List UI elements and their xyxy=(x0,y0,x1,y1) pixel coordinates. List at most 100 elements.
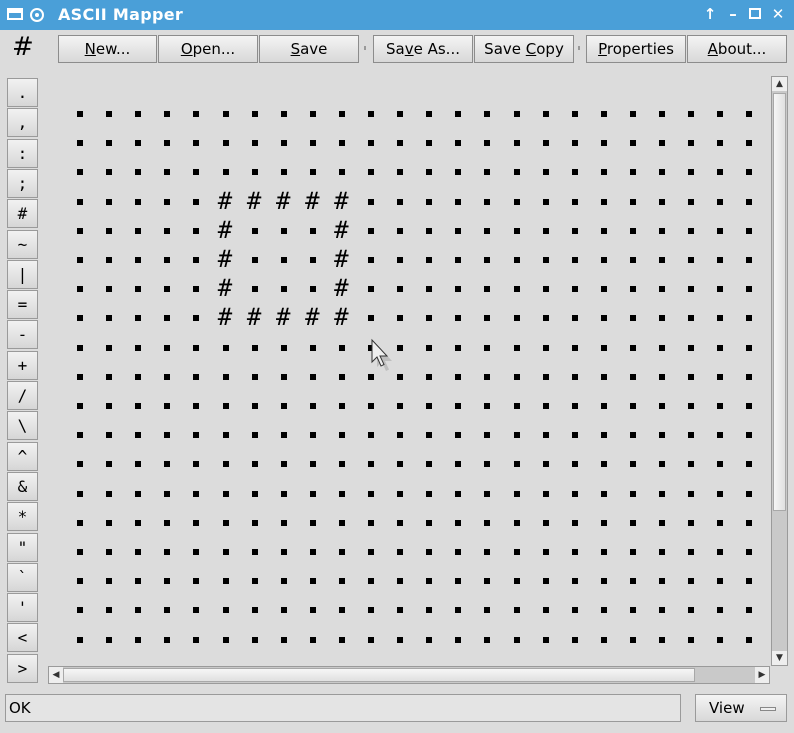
map-cell-empty[interactable] xyxy=(298,420,327,449)
map-canvas[interactable]: # # # # # # # # # # # # # # # # xyxy=(48,78,768,664)
map-cell-empty[interactable] xyxy=(385,508,414,537)
map-cell-empty[interactable] xyxy=(472,420,501,449)
map-cell-empty[interactable] xyxy=(502,333,531,362)
map-cell-empty[interactable] xyxy=(298,99,327,128)
map-cell-empty[interactable] xyxy=(618,595,647,624)
map-cell-empty[interactable] xyxy=(414,362,443,391)
map-cell-empty[interactable] xyxy=(734,333,763,362)
map-cell-empty[interactable] xyxy=(560,216,589,245)
map-cell-empty[interactable] xyxy=(327,420,356,449)
window-menu-icon[interactable] xyxy=(7,8,23,20)
palette-button[interactable]: + xyxy=(7,350,38,380)
map-cell-empty[interactable] xyxy=(269,216,298,245)
map-cell-empty[interactable] xyxy=(298,157,327,186)
map-cell-empty[interactable] xyxy=(94,595,123,624)
map-cell-empty[interactable] xyxy=(531,99,560,128)
map-cell-empty[interactable] xyxy=(763,245,768,274)
map-cell-empty[interactable] xyxy=(327,625,356,654)
map-cell-empty[interactable] xyxy=(560,566,589,595)
map-cell-empty[interactable] xyxy=(385,245,414,274)
map-cell-empty[interactable] xyxy=(705,187,734,216)
map-cell-empty[interactable] xyxy=(531,508,560,537)
map-cell-empty[interactable] xyxy=(269,128,298,157)
map-cell-empty[interactable] xyxy=(676,537,705,566)
map-cell-empty[interactable] xyxy=(152,566,181,595)
map-cell-empty[interactable] xyxy=(531,449,560,478)
map-cell-empty[interactable] xyxy=(472,625,501,654)
map-cell-empty[interactable] xyxy=(589,187,618,216)
map-cell-empty[interactable] xyxy=(385,449,414,478)
map-cell-empty[interactable] xyxy=(385,625,414,654)
palette-button[interactable]: = xyxy=(7,290,38,320)
map-cell-empty[interactable] xyxy=(414,187,443,216)
map-cell-empty[interactable] xyxy=(443,274,472,303)
vertical-scroll-thumb[interactable] xyxy=(773,93,786,511)
map-cell-empty[interactable] xyxy=(531,303,560,332)
map-cell-empty[interactable] xyxy=(65,479,94,508)
map-cell-empty[interactable] xyxy=(705,449,734,478)
map-cell-empty[interactable] xyxy=(589,128,618,157)
map-cell-empty[interactable] xyxy=(676,391,705,420)
map-cell-empty[interactable] xyxy=(240,157,269,186)
horizontal-scroll-thumb[interactable] xyxy=(63,668,695,682)
map-cell-empty[interactable] xyxy=(589,420,618,449)
map-cell-empty[interactable] xyxy=(502,625,531,654)
map-cell-empty[interactable] xyxy=(211,566,240,595)
map-cell-empty[interactable] xyxy=(385,537,414,566)
map-cell-empty[interactable] xyxy=(94,391,123,420)
map-cell-empty[interactable] xyxy=(414,566,443,595)
map-cell-empty[interactable] xyxy=(560,187,589,216)
map-cell-empty[interactable] xyxy=(269,479,298,508)
map-cell-empty[interactable] xyxy=(240,420,269,449)
map-cell-empty[interactable] xyxy=(211,362,240,391)
map-cell-empty[interactable] xyxy=(734,449,763,478)
map-cell-empty[interactable] xyxy=(65,625,94,654)
map-cell-empty[interactable] xyxy=(589,566,618,595)
map-cell-empty[interactable] xyxy=(211,333,240,362)
map-cell-empty[interactable] xyxy=(705,157,734,186)
map-cell-empty[interactable] xyxy=(676,566,705,595)
map-cell-empty[interactable] xyxy=(152,391,181,420)
map-cell-empty[interactable] xyxy=(647,99,676,128)
palette-button[interactable]: . xyxy=(7,78,38,107)
map-cell-empty[interactable] xyxy=(472,449,501,478)
map-cell-empty[interactable] xyxy=(502,303,531,332)
map-cell-empty[interactable] xyxy=(356,274,385,303)
palette-button[interactable]: / xyxy=(7,381,38,410)
map-cell-empty[interactable] xyxy=(647,420,676,449)
map-cell-empty[interactable] xyxy=(414,595,443,624)
map-cell-empty[interactable] xyxy=(676,187,705,216)
map-cell-empty[interactable] xyxy=(676,420,705,449)
map-cell-empty[interactable] xyxy=(94,187,123,216)
map-cell-empty[interactable] xyxy=(705,274,734,303)
map-cell-empty[interactable] xyxy=(298,566,327,595)
map-cell-empty[interactable] xyxy=(356,595,385,624)
map-cell-empty[interactable] xyxy=(560,508,589,537)
map-cell-empty[interactable] xyxy=(211,391,240,420)
map-cell-empty[interactable] xyxy=(560,245,589,274)
palette-button[interactable]: ; xyxy=(7,168,38,198)
map-cell-empty[interactable] xyxy=(269,333,298,362)
map-cell-empty[interactable] xyxy=(472,566,501,595)
map-cell-empty[interactable] xyxy=(385,391,414,420)
map-cell[interactable]: # xyxy=(327,216,356,245)
map-cell-empty[interactable] xyxy=(94,479,123,508)
map-cell-empty[interactable] xyxy=(385,99,414,128)
map-cell-empty[interactable] xyxy=(65,157,94,186)
map-cell-empty[interactable] xyxy=(181,479,210,508)
map-cell-empty[interactable] xyxy=(65,128,94,157)
map-cell-empty[interactable] xyxy=(327,566,356,595)
map-cell-empty[interactable] xyxy=(705,537,734,566)
map-cell-empty[interactable] xyxy=(211,420,240,449)
map-cell-empty[interactable] xyxy=(240,537,269,566)
map-cell-empty[interactable] xyxy=(472,333,501,362)
map-cell-empty[interactable] xyxy=(385,479,414,508)
map-cell-empty[interactable] xyxy=(734,274,763,303)
map-cell[interactable]: # xyxy=(211,245,240,274)
map-cell-empty[interactable] xyxy=(240,128,269,157)
map-cell-empty[interactable] xyxy=(734,187,763,216)
map-cell-empty[interactable] xyxy=(152,362,181,391)
map-cell-empty[interactable] xyxy=(94,420,123,449)
map-cell-empty[interactable] xyxy=(618,362,647,391)
map-cell-empty[interactable] xyxy=(763,537,768,566)
